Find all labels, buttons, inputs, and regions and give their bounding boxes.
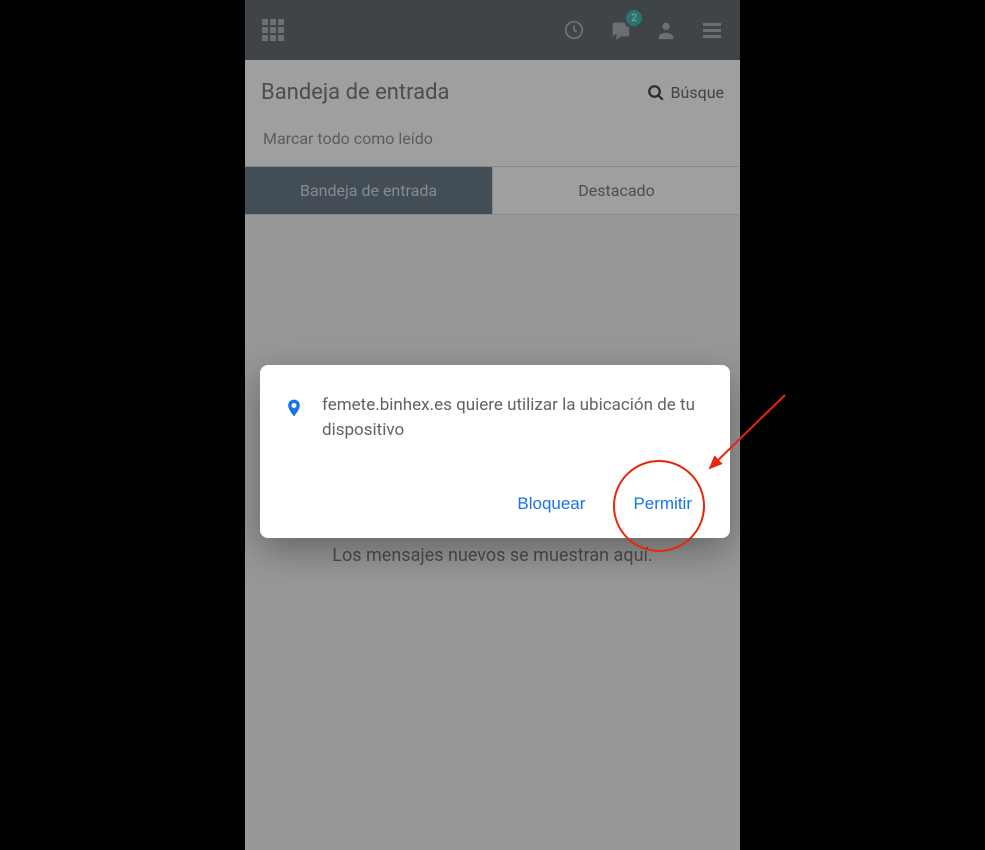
mark-all-read-button[interactable]: Marcar todo como leído: [245, 115, 740, 166]
notification-badge: 2: [626, 10, 642, 26]
title-row: Bandeja de entrada Búsque: [245, 60, 740, 115]
topbar: 2: [245, 0, 740, 60]
tab-inbox[interactable]: Bandeja de entrada: [245, 167, 492, 214]
search-label: Búsque: [671, 83, 724, 102]
apps-grid-icon[interactable]: [259, 16, 287, 44]
search-button[interactable]: Búsque: [647, 83, 724, 102]
search-icon: [647, 84, 665, 102]
dialog-message: femete.binhex.es quiere utilizar la ubic…: [322, 393, 706, 442]
messages-icon[interactable]: 2: [606, 16, 634, 44]
tabs: Bandeja de entrada Destacado: [245, 166, 740, 215]
block-button[interactable]: Bloquear: [513, 488, 589, 520]
empty-state-text: Los mensajes nuevos se muestran aquí.: [245, 545, 740, 566]
clock-icon[interactable]: [560, 16, 588, 44]
location-pin-icon: [284, 395, 304, 425]
allow-button[interactable]: Permitir: [629, 488, 696, 520]
user-icon[interactable]: [652, 16, 680, 44]
permission-dialog: femete.binhex.es quiere utilizar la ubic…: [260, 365, 730, 538]
tab-featured[interactable]: Destacado: [492, 167, 740, 214]
page-title: Bandeja de entrada: [261, 80, 450, 105]
hamburger-menu-icon[interactable]: [698, 16, 726, 44]
